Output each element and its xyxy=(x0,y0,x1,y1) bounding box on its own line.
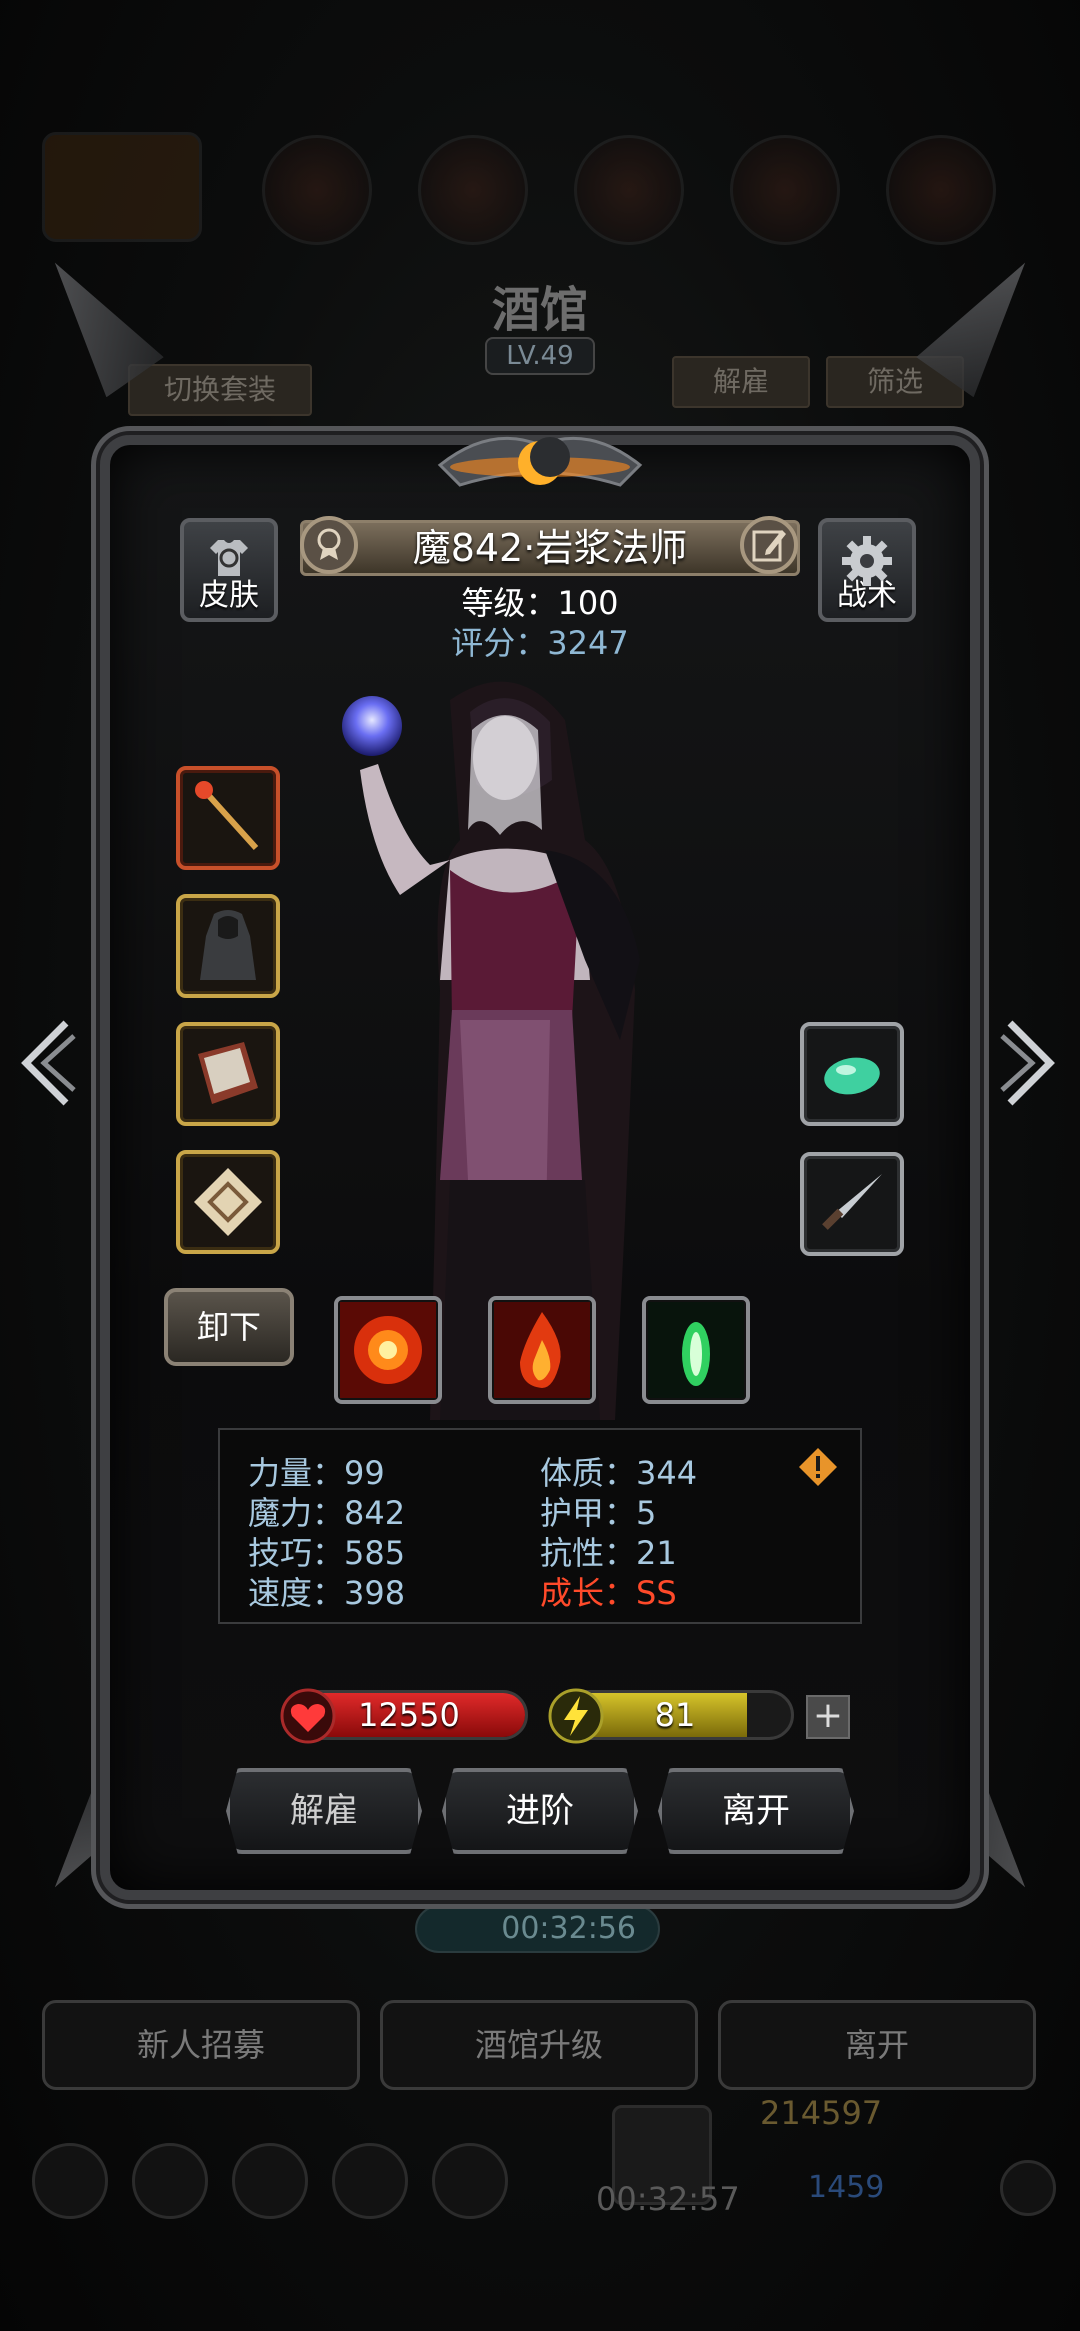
scroll-icon xyxy=(194,1168,262,1236)
bg-menu-icon-1 xyxy=(32,2143,108,2219)
bg-tab-5 xyxy=(730,135,840,245)
leave-button[interactable]: 离开 xyxy=(658,1768,854,1854)
bg-tab-2 xyxy=(262,135,372,245)
green-energy-icon xyxy=(648,1302,744,1398)
bg-add-icon xyxy=(1000,2160,1056,2216)
gem-icon xyxy=(824,1057,880,1095)
add-energy-button[interactable]: + xyxy=(806,1695,850,1739)
hero-score: 评分：3247 xyxy=(451,624,629,662)
hero-name: 魔842·岩浆法师 xyxy=(412,526,688,570)
shirt-icon xyxy=(210,540,248,576)
tavern-level: LV.49 xyxy=(485,337,595,375)
skill-slot-2[interactable] xyxy=(488,1296,596,1404)
bg-dismiss-button: 解雇 xyxy=(672,356,810,408)
stat-growth: 成长：SS xyxy=(540,1574,677,1612)
bg-timer-bottom: 00:32:57 xyxy=(596,2180,740,2218)
flame-icon xyxy=(494,1302,590,1398)
gloves-slot[interactable] xyxy=(176,1022,280,1126)
skill-slot-3[interactable] xyxy=(642,1296,750,1404)
robe-icon xyxy=(200,910,256,980)
recruit-button: 新人招募 xyxy=(42,2000,360,2090)
switch-outfit-button: 切换套装 xyxy=(128,364,312,416)
next-hero-arrow-icon[interactable] xyxy=(1000,1018,1060,1108)
dagger-icon xyxy=(822,1174,882,1230)
bg-menu-icon-2 xyxy=(132,2143,208,2219)
tavern-upgrade-button: 酒馆升级 xyxy=(380,2000,698,2090)
bg-menu-icon-3 xyxy=(232,2143,308,2219)
armor-slot[interactable] xyxy=(176,894,280,998)
accessory-slot[interactable] xyxy=(176,1150,280,1254)
bg-gem-amount: 1459 xyxy=(808,2170,885,2205)
advance-button[interactable]: 进阶 xyxy=(442,1768,638,1854)
bg-timer-top: 00:32:56 xyxy=(415,1905,660,1953)
weapon-slot[interactable] xyxy=(176,766,280,870)
gem-slot[interactable] xyxy=(800,1022,904,1126)
dismiss-hero-button[interactable]: 解雇 xyxy=(226,1768,422,1854)
heart-icon xyxy=(280,1688,336,1744)
gauntlet-icon xyxy=(198,1042,258,1104)
info-warning-icon[interactable] xyxy=(797,1446,839,1488)
bg-gold-amount: 214597 xyxy=(760,2094,883,2132)
lightning-icon xyxy=(548,1688,604,1744)
previous-hero-arrow-icon[interactable] xyxy=(16,1018,76,1108)
bg-menu-icon-5 xyxy=(432,2143,508,2219)
skill-slot-1[interactable] xyxy=(334,1296,442,1404)
bg-menu-icon-4 xyxy=(332,2143,408,2219)
bg-tab-6 xyxy=(886,135,996,245)
bg-tab-hero xyxy=(42,132,202,242)
bg-leave-button: 离开 xyxy=(718,2000,1036,2090)
magic-orb-icon xyxy=(342,696,402,756)
tavern-title: 酒馆 xyxy=(491,282,588,338)
unequip-button[interactable]: 卸下 xyxy=(164,1288,294,1366)
moon-ornament-icon xyxy=(437,436,643,487)
fire-burst-icon xyxy=(340,1302,436,1398)
staff-icon xyxy=(195,781,259,851)
bg-tab-3 xyxy=(418,135,528,245)
dagger-slot[interactable] xyxy=(800,1152,904,1256)
stat-speed: 速度：398 xyxy=(248,1574,406,1612)
bg-tab-4 xyxy=(574,135,684,245)
